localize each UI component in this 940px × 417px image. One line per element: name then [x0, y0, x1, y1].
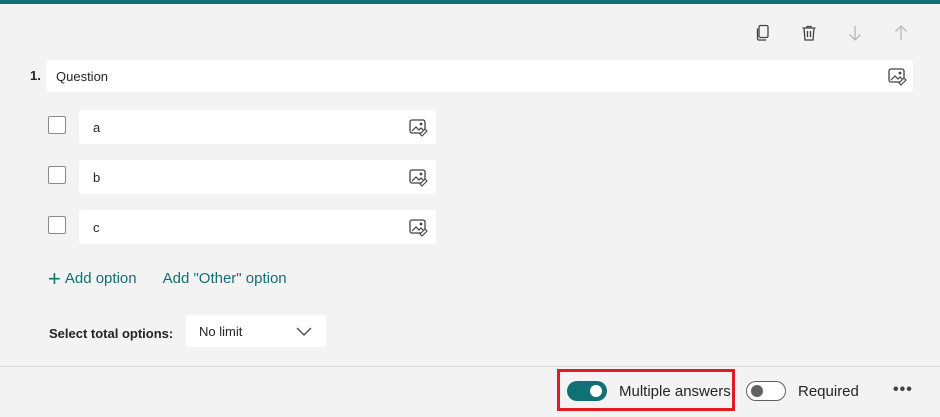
insert-image-icon[interactable] [887, 66, 907, 86]
option-label: a [93, 120, 101, 135]
insert-image-icon[interactable] [408, 167, 428, 187]
multiple-answers-label: Multiple answers [619, 383, 731, 400]
move-up-button[interactable] [878, 20, 924, 46]
option-row: b [46, 160, 446, 194]
option-actions: + Add option Add "Other" option [48, 265, 287, 291]
option-label: c [93, 220, 100, 235]
option-input[interactable]: b [79, 160, 436, 194]
copy-button[interactable] [740, 20, 786, 46]
option-label: b [93, 170, 101, 185]
insert-image-icon[interactable] [408, 217, 428, 237]
arrow-down-icon [849, 26, 861, 41]
total-options-value: No limit [199, 324, 243, 339]
option-row: a [46, 110, 446, 144]
total-options-label: Select total options: [49, 326, 174, 341]
plus-icon: + [48, 265, 61, 291]
toggle-knob [590, 385, 602, 397]
question-footer: Multiple answers Required ••• [0, 367, 940, 417]
move-down-button[interactable] [832, 20, 878, 46]
arrow-up-icon [895, 25, 907, 40]
chevron-down-icon [296, 327, 312, 336]
question-number: 1. [30, 68, 41, 83]
option-checkbox[interactable] [48, 166, 66, 184]
trash-icon [802, 25, 816, 41]
required-toggle[interactable] [746, 381, 786, 401]
question-title-input[interactable]: Question [46, 60, 913, 92]
required-label: Required [798, 383, 859, 400]
more-options-button[interactable]: ••• [893, 381, 913, 399]
toggle-knob [751, 385, 763, 397]
total-options-dropdown[interactable]: No limit [186, 315, 326, 347]
add-other-option-button[interactable]: Add "Other" option [163, 270, 287, 287]
add-option-label: Add option [64, 270, 137, 287]
add-other-option-label: Add "Other" option [162, 270, 287, 287]
question-title-text: Question [56, 69, 109, 84]
option-row: c [46, 210, 446, 244]
option-input[interactable]: a [79, 110, 436, 144]
top-accent-bar [0, 0, 940, 4]
option-input[interactable]: c [79, 210, 436, 244]
option-checkbox[interactable] [48, 216, 66, 234]
question-toolbar [740, 20, 924, 46]
add-option-button[interactable]: + Add option [48, 265, 137, 291]
multiple-answers-toggle[interactable] [567, 381, 607, 401]
delete-button[interactable] [786, 20, 832, 46]
insert-image-icon[interactable] [408, 117, 428, 137]
copy-icon [756, 24, 769, 41]
option-checkbox[interactable] [48, 116, 66, 134]
